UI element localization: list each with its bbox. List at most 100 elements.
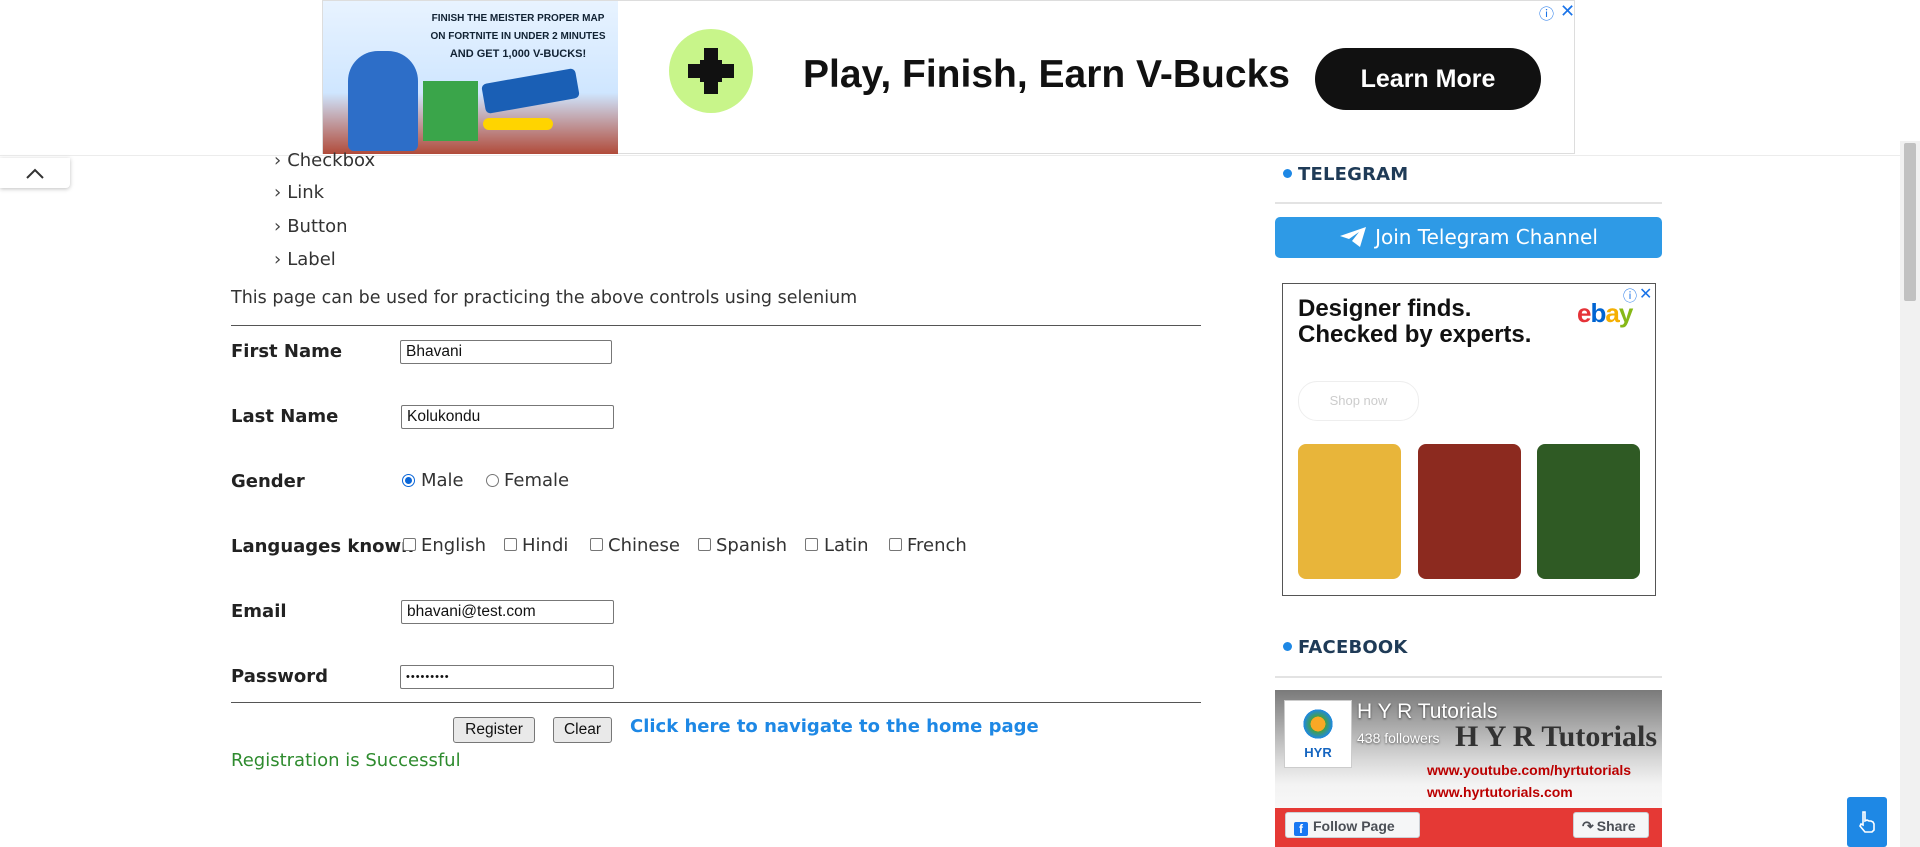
password-input[interactable]: ••••••••• [400, 665, 614, 689]
language-spanish-checkbox[interactable] [698, 538, 711, 551]
chevron-right-icon: › [274, 182, 282, 203]
list-item-label: Checkbox [287, 150, 376, 171]
fb-banner-title: H Y R Tutorials [1455, 720, 1657, 753]
language-english-label: English [421, 535, 486, 556]
telegram-section-title: TELEGRAM [1283, 164, 1408, 185]
ad-person-figure [348, 51, 418, 151]
bullet-icon [1283, 641, 1292, 651]
collapse-header-button[interactable] [0, 158, 70, 188]
list-item[interactable]: › Link [274, 182, 324, 203]
learn-more-button[interactable]: Learn More [1315, 48, 1541, 110]
first-name-input[interactable]: Bhavani [400, 340, 612, 364]
clear-button[interactable]: Clear [553, 717, 612, 743]
join-telegram-button[interactable]: Join Telegram Channel [1275, 217, 1662, 258]
list-item[interactable]: › Checkbox [274, 150, 375, 171]
language-hindi-label: Hindi [522, 535, 569, 556]
language-chinese-label: Chinese [608, 535, 680, 556]
language-spanish-label: Spanish [716, 535, 788, 556]
telegram-icon [1340, 226, 1367, 247]
ebay-product-watch[interactable] [1298, 444, 1401, 579]
form-top-divider [231, 325, 1201, 326]
fb-followers-count: 438 followers [1357, 730, 1440, 746]
gender-female-label: Female [504, 470, 570, 491]
success-message: Registration is Successful [231, 750, 461, 771]
list-item-label: Label [287, 249, 336, 270]
info-icon[interactable]: ⓘ [1539, 3, 1554, 24]
language-english-checkbox[interactable] [403, 538, 416, 551]
ad-join-pill [483, 118, 553, 130]
scrollbar-thumb[interactable] [1904, 143, 1916, 301]
ad-headline: Play, Finish, Earn V-Bucks [803, 53, 1290, 96]
last-name-label: Last Name [231, 406, 339, 427]
ad-image-text-1: FINISH THE MEISTER PROPER MAP [431, 13, 605, 24]
facebook-title-text: FACEBOOK [1298, 637, 1408, 658]
chevron-right-icon: › [274, 150, 282, 171]
shop-now-button[interactable]: Shop now [1298, 381, 1419, 421]
ad-image[interactable]: FINISH THE MEISTER PROPER MAP ON FORTNIT… [323, 1, 618, 154]
chevron-right-icon: › [274, 216, 282, 237]
follow-page-label: Follow Page [1313, 818, 1395, 834]
language-chinese-checkbox[interactable] [590, 538, 603, 551]
first-name-label: First Name [231, 341, 343, 362]
telegram-title-divider [1275, 202, 1662, 204]
email-label: Email [231, 601, 287, 622]
ebay-headline-line-1: Designer finds. [1298, 295, 1472, 322]
top-advertisement[interactable]: FINISH THE MEISTER PROPER MAP ON FORTNIT… [322, 0, 1575, 154]
language-latin-label: Latin [824, 535, 869, 556]
follow-page-button[interactable]: f Follow Page [1285, 812, 1420, 838]
gender-male-radio[interactable] [402, 474, 415, 487]
facebook-section-title: FACEBOOK [1283, 637, 1408, 658]
share-arrow-icon: ↷ [1582, 818, 1594, 834]
close-icon[interactable]: ✕ [1560, 1, 1575, 22]
language-hindi-checkbox[interactable] [504, 538, 517, 551]
ebay-ad-headline: Designer finds. Checked by experts. [1298, 296, 1531, 348]
close-icon[interactable]: ✕ [1639, 284, 1652, 303]
bullet-icon [1283, 168, 1292, 178]
fb-banner-url-1: www.youtube.com/hyrtutorials [1427, 762, 1632, 778]
floating-hand-pointer-button[interactable] [1847, 797, 1887, 847]
ebay-product-cards[interactable] [1418, 444, 1521, 579]
ad-ticket-graphic [481, 67, 580, 115]
ebay-product-rings[interactable] [1537, 444, 1640, 579]
list-item[interactable]: › Button [274, 216, 348, 237]
facebook-page-widget[interactable]: H Y R Tutorials www.youtube.com/hyrtutor… [1275, 690, 1662, 847]
gamepad-icon [669, 29, 753, 113]
facebook-icon: f [1294, 822, 1308, 836]
ad-image-text-3: AND GET 1,000 V-BUCKS! [449, 48, 587, 60]
gender-male-label: Male [421, 470, 464, 491]
language-french-label: French [907, 535, 967, 556]
language-latin-checkbox[interactable] [805, 538, 818, 551]
facebook-title-divider [1275, 676, 1662, 678]
ebay-headline-line-2: Checked by experts. [1298, 321, 1532, 348]
list-item-label: Link [287, 182, 325, 203]
gender-label: Gender [231, 471, 305, 492]
password-label: Password [231, 666, 329, 687]
register-button[interactable]: Register [453, 717, 535, 743]
ebay-advertisement[interactable]: Designer finds. Checked by experts. ebay… [1282, 283, 1656, 596]
form-bottom-divider [231, 702, 1201, 703]
fb-page-avatar[interactable]: HYR [1284, 700, 1352, 768]
last-name-input[interactable]: Kolukondu [401, 405, 614, 429]
list-item[interactable]: › Label [274, 249, 336, 270]
hyr-logo-text: HYR [1304, 745, 1332, 760]
fb-banner-url-2: www.hyrtutorials.com [1427, 784, 1573, 800]
email-input[interactable]: bhavani@test.com [401, 600, 614, 624]
gender-female-radio[interactable] [486, 474, 499, 487]
intro-text: This page can be used for practicing the… [231, 288, 858, 308]
hand-pointer-icon [1859, 811, 1875, 833]
ad-fortnite-badge [423, 81, 478, 141]
chevron-up-icon [26, 168, 44, 179]
share-button[interactable]: ↷ Share [1573, 812, 1649, 838]
home-page-link[interactable]: Click here to navigate to the home page [630, 716, 1039, 737]
ad-image-text-2: ON FORTNITE IN UNDER 2 MINUTES [430, 31, 606, 42]
info-icon[interactable]: ⓘ [1623, 286, 1637, 306]
languages-label: Languages known [231, 536, 414, 557]
fb-page-name[interactable]: H Y R Tutorials [1357, 700, 1497, 724]
list-item-label: Button [287, 216, 348, 237]
hyr-logo-icon [1299, 709, 1337, 739]
join-telegram-label: Join Telegram Channel [1375, 225, 1598, 249]
telegram-title-text: TELEGRAM [1298, 164, 1409, 185]
chevron-right-icon: › [274, 249, 282, 270]
share-label: Share [1596, 818, 1636, 834]
language-french-checkbox[interactable] [889, 538, 902, 551]
